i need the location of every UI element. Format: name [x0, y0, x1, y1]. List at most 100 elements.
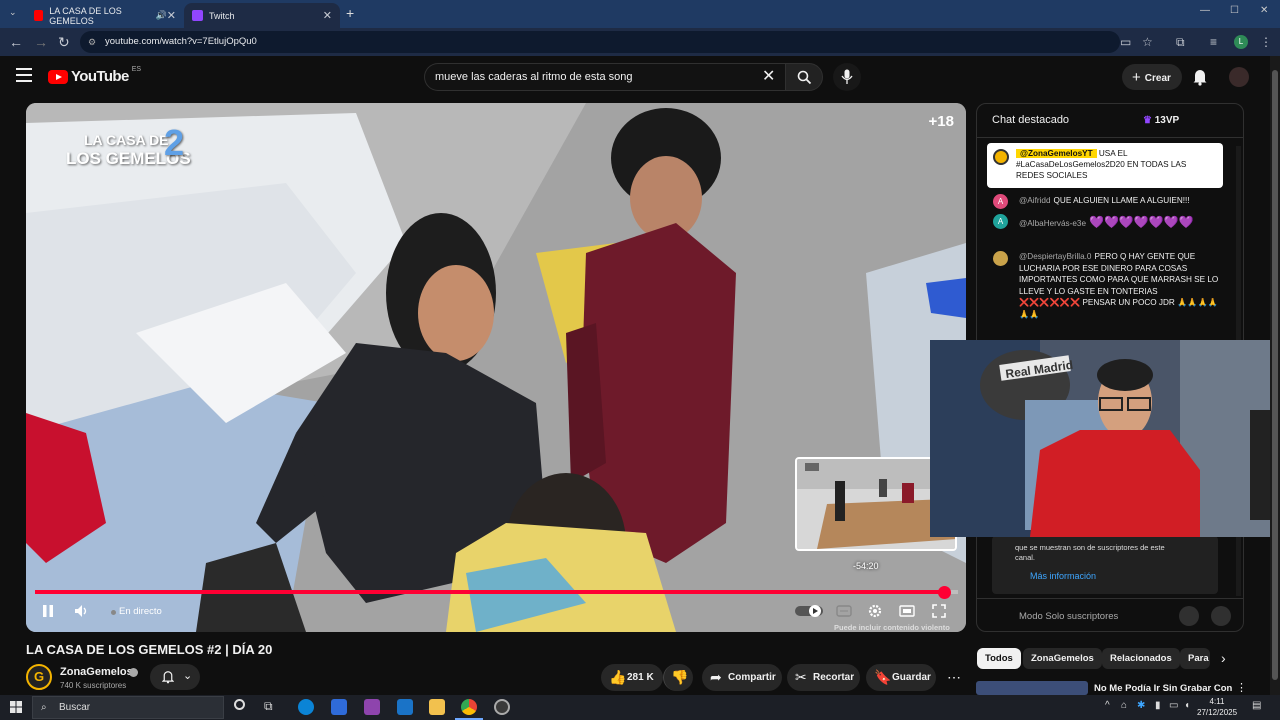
taskbar-search-placeholder: Buscar: [59, 702, 91, 713]
save-button[interactable]: 🔖 Guardar: [866, 664, 936, 691]
like-button[interactable]: 👍 281 K: [601, 664, 663, 691]
age-rating-badge: +18: [928, 113, 954, 130]
chat-text: PERO Q HAY GENTE QUE LUCHARIA POR ESE DI…: [1019, 252, 1219, 319]
more-info-link[interactable]: Más información: [1030, 571, 1096, 581]
notification-center-icon[interactable]: ▤: [1252, 700, 1261, 711]
search-icon: [797, 70, 812, 85]
tab-list-chevron-icon[interactable]: ⌄: [9, 7, 17, 18]
site-info-icon[interactable]: ⚙: [88, 31, 96, 53]
tray-overflow-icon[interactable]: ^: [1105, 700, 1110, 711]
speaker-icon[interactable]: ◖: [1184, 700, 1190, 711]
channel-name[interactable]: ZonaGemelos: [60, 666, 133, 678]
voice-search-button[interactable]: [833, 63, 861, 91]
reload-icon[interactable]: ↻: [58, 34, 70, 50]
chevron-right-icon[interactable]: ›: [1221, 650, 1226, 666]
share-label: Compartir: [728, 672, 776, 683]
close-tab-icon[interactable]: ✕: [167, 9, 176, 22]
store-icon[interactable]: [331, 699, 347, 715]
related-video-thumbnail[interactable]: [976, 681, 1088, 695]
chat-title[interactable]: Chat destacado: [992, 114, 1069, 126]
cast-icon[interactable]: ▭: [1120, 35, 1131, 49]
autoplay-toggle-icon[interactable]: [794, 603, 824, 619]
search-button[interactable]: [785, 63, 823, 91]
chat-message: @DespiertayBrilla.0 PERO Q HAY GENTE QUE …: [1019, 251, 1219, 320]
extensions-icon[interactable]: ⧉: [1176, 35, 1185, 49]
media-control-icon[interactable]: ≡: [1210, 35, 1217, 49]
share-arrow-icon: ➦: [710, 669, 722, 685]
browser-menu-icon[interactable]: ⋮: [1260, 35, 1272, 49]
region-code: ES: [131, 66, 142, 73]
create-button[interactable]: + Crear: [1122, 64, 1182, 90]
page-scrollbar-thumb[interactable]: [1272, 70, 1278, 680]
chip-todos[interactable]: Todos: [977, 648, 1021, 669]
tab-twitch[interactable]: Twitch ✕: [184, 3, 340, 28]
related-more-icon[interactable]: ⋮: [1236, 681, 1247, 694]
task-view-icon[interactable]: ⧉: [264, 699, 273, 714]
live-label[interactable]: En directo: [119, 606, 162, 617]
subtitles-icon[interactable]: [836, 603, 852, 619]
minimize-window-icon[interactable]: —: [1200, 5, 1210, 16]
share-button[interactable]: ➦ Compartir: [702, 664, 782, 691]
clear-search-icon[interactable]: ✕: [762, 68, 775, 86]
chrome-icon[interactable]: [461, 699, 477, 715]
outlook-icon[interactable]: [397, 699, 413, 715]
audio-playing-icon[interactable]: 🔊: [156, 10, 167, 21]
maximize-window-icon[interactable]: ☐: [1230, 5, 1239, 16]
microphone-icon: [841, 69, 853, 84]
notifications-bell-icon[interactable]: [1192, 68, 1208, 86]
clock-time: 4:11: [1209, 697, 1225, 706]
menu-icon[interactable]: [16, 68, 32, 82]
chat-author[interactable]: @AlbaHervás-e3e: [1019, 219, 1086, 228]
bluetooth-icon[interactable]: ✱: [1137, 700, 1145, 711]
file-explorer-icon[interactable]: [429, 699, 445, 715]
edge-icon[interactable]: [298, 699, 314, 715]
theater-mode-icon[interactable]: [899, 603, 915, 619]
account-avatar[interactable]: [1229, 67, 1249, 87]
chat-author[interactable]: @DespiertayBrilla.0: [1019, 252, 1091, 261]
obs-icon[interactable]: [494, 699, 510, 715]
chat-footer: Modo Solo suscriptores: [977, 598, 1243, 631]
clock-date: 27/12/2025: [1197, 708, 1238, 717]
profile-avatar[interactable]: L: [1234, 35, 1248, 49]
volume-icon[interactable]: [73, 603, 89, 619]
chip-para[interactable]: Para: [1180, 648, 1210, 669]
related-video-title[interactable]: No Me Podía Ir Sin Grabar Con: [1094, 683, 1232, 694]
channel-avatar[interactable]: G: [26, 664, 52, 690]
pinned-message[interactable]: @ZonaGemelosYT USA EL #LaCasaDeLosGemelo…: [987, 143, 1223, 188]
forward-icon[interactable]: →: [34, 34, 48, 50]
chip-relacionados[interactable]: Relacionados: [1102, 648, 1180, 669]
taskbar-search-box[interactable]: ⌕ Buscar: [32, 696, 224, 719]
subscription-bell-button[interactable]: ⌄: [150, 664, 200, 690]
close-window-icon[interactable]: ✕: [1260, 5, 1268, 16]
windows-start-icon[interactable]: [10, 701, 22, 713]
bookmark-star-icon[interactable]: ☆: [1142, 35, 1153, 49]
system-clock[interactable]: 4:11 27/12/2025: [1197, 696, 1237, 718]
tray-app-icon[interactable]: ⌂: [1121, 700, 1127, 711]
cortana-icon[interactable]: [234, 699, 245, 710]
more-actions-icon[interactable]: ⋯: [942, 664, 966, 691]
fullscreen-icon[interactable]: [931, 603, 947, 619]
network-icon[interactable]: ▭: [1169, 700, 1178, 711]
super-chat-button[interactable]: [1211, 606, 1231, 626]
pause-icon[interactable]: [41, 603, 55, 619]
video-player[interactable]: LA CASA DE LOS GEMELOS 2 +18 -54:20 En d…: [26, 103, 966, 632]
tab-youtube[interactable]: LA CASA DE LOS GEMELOS 🔊 ✕: [26, 3, 184, 28]
close-tab-icon[interactable]: ✕: [323, 9, 332, 22]
visual-studio-icon[interactable]: [364, 699, 380, 715]
back-icon[interactable]: ←: [9, 34, 23, 50]
new-tab-icon[interactable]: +: [346, 5, 354, 21]
clip-button[interactable]: ✂ Recortar: [787, 664, 860, 691]
pinned-author-avatar: [993, 149, 1009, 165]
youtube-logo[interactable]: YouTube ES: [48, 66, 142, 85]
chip-zonagemelos[interactable]: ZonaGemelos: [1023, 648, 1102, 669]
emoji-button[interactable]: [1179, 606, 1199, 626]
chat-author[interactable]: @Aifridd: [1019, 196, 1051, 205]
dislike-button[interactable]: 👎: [663, 664, 693, 691]
microphone-tray-icon[interactable]: ▮: [1155, 700, 1161, 711]
page-scrollbar[interactable]: [1270, 56, 1280, 696]
search-input[interactable]: mueve las caderas al ritmo de esta song: [424, 63, 786, 91]
progress-bar-played: [35, 590, 945, 594]
settings-gear-icon[interactable]: [867, 603, 883, 619]
crown-icon: ♛: [1143, 115, 1152, 126]
address-bar[interactable]: ⚙ youtube.com/watch?v=7EtlujOpQu0: [80, 31, 1120, 53]
